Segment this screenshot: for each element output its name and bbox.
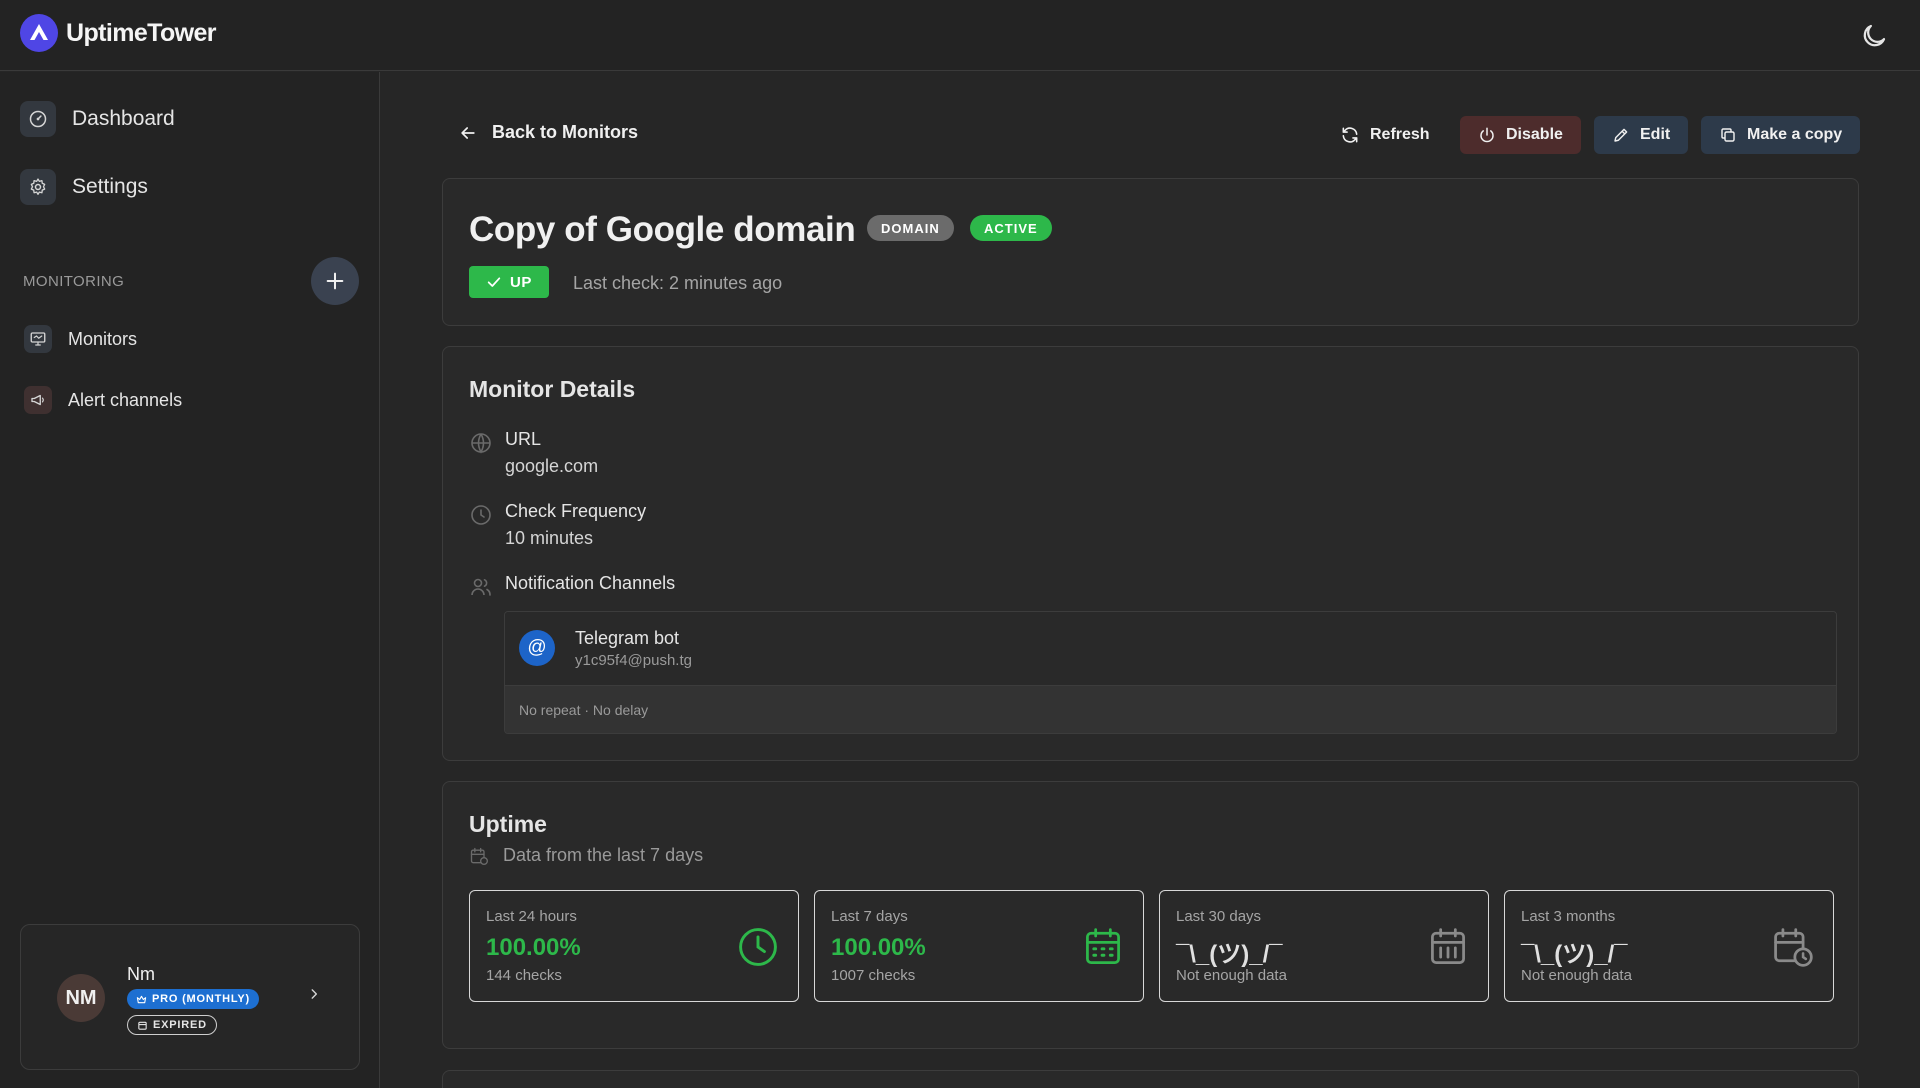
monitor-details-card: Monitor Details URL google.com Check Fre… — [442, 346, 1859, 761]
moon-icon — [1863, 24, 1886, 47]
plan-badge-label: PRO (MONTHLY) — [152, 993, 250, 1005]
pencil-icon — [1614, 128, 1628, 142]
globe-icon — [469, 431, 493, 455]
back-link-label: Back to Monitors — [492, 122, 639, 142]
megaphone-icon — [24, 386, 52, 414]
crown-icon — [136, 995, 147, 1003]
avatar: NM — [57, 974, 105, 1022]
monitor-header-card: Copy of Google domain DOMAIN ACTIVE UP L… — [442, 178, 1859, 326]
plan-status-badge: EXPIRED — [127, 1015, 217, 1035]
gear-icon — [20, 169, 56, 205]
logo-mark-icon — [20, 14, 58, 52]
sidebar-item-settings[interactable]: Settings — [20, 169, 148, 205]
stat-sub: Not enough data — [1521, 967, 1632, 984]
url-value: google.com — [505, 456, 599, 476]
theme-toggle-button[interactable] — [1856, 18, 1892, 54]
calendar-range-icon — [1431, 928, 1465, 964]
stat-value: ¯\_(ツ)_/¯ — [1176, 941, 1283, 968]
disable-button[interactable]: Disable — [1460, 116, 1581, 154]
channels-label: Notification Channels — [505, 573, 676, 593]
plan-status-label: EXPIRED — [153, 1019, 207, 1031]
stat-card-3m: Last 3 months ¯\_(ツ)_/¯ Not enough data — [1504, 890, 1834, 1002]
make-a-copy-button[interactable]: Make a copy — [1701, 116, 1861, 154]
next-section-card — [442, 1070, 1859, 1088]
make-a-copy-label: Make a copy — [1747, 126, 1843, 143]
stat-sub: 1007 checks — [831, 967, 916, 984]
sidebar-item-label: Alert channels — [68, 389, 183, 410]
stat-label: Last 24 hours — [486, 908, 577, 925]
clock-icon — [739, 928, 777, 966]
channel-name: Telegram bot — [575, 628, 680, 648]
power-icon — [1480, 127, 1494, 143]
monitor-state-badge: ACTIVE — [970, 215, 1052, 241]
refresh-icon — [1342, 127, 1358, 143]
add-monitor-button[interactable] — [311, 257, 359, 305]
at-sign-icon: @ — [519, 630, 555, 666]
calendar-clock-icon — [470, 847, 488, 865]
notification-channel-item[interactable]: @ Telegram bot y1c95f4@push.tg No repeat… — [504, 611, 1837, 734]
stat-sub: Not enough data — [1176, 967, 1287, 984]
frequency-label: Check Frequency — [505, 501, 647, 521]
user-name: Nm — [127, 964, 155, 984]
app-logo[interactable]: UptimeTower — [20, 14, 217, 52]
stat-value: 100.00% — [831, 934, 926, 961]
user-card[interactable]: NM Nm PRO (MONTHLY) EXPIRED — [20, 924, 360, 1070]
stat-label: Last 7 days — [831, 908, 908, 925]
monitoring-section-title: MONITORING — [23, 273, 125, 290]
sidebar-item-monitors[interactable]: Monitors — [20, 325, 137, 353]
edit-label: Edit — [1640, 126, 1671, 143]
monitor-type-badge: DOMAIN — [867, 215, 954, 241]
calendar-clock-icon — [1774, 928, 1813, 967]
uptime-subtitle: Data from the last 7 days — [503, 845, 704, 865]
monitor-icon — [24, 325, 52, 353]
status-badge: UP — [469, 266, 549, 298]
edit-button[interactable]: Edit — [1594, 116, 1689, 154]
detail-url: URL google.com — [469, 429, 598, 477]
refresh-button[interactable]: Refresh — [1322, 116, 1448, 154]
uptime-heading: Uptime — [469, 811, 547, 837]
channel-address: y1c95f4@push.tg — [575, 652, 692, 669]
sidebar: Dashboard Settings MONITORING Monitors A… — [0, 72, 380, 1088]
chevron-right-icon[interactable] — [307, 987, 321, 1001]
disable-label: Disable — [1506, 126, 1563, 143]
details-heading: Monitor Details — [469, 376, 636, 402]
stat-value: ¯\_(ツ)_/¯ — [1521, 941, 1628, 968]
frequency-value: 10 minutes — [505, 528, 594, 548]
status-label: UP — [510, 273, 532, 291]
plan-badge: PRO (MONTHLY) — [127, 989, 259, 1009]
page-title: Copy of Google domain — [469, 210, 856, 249]
uptime-card: Uptime Data from the last 7 days Last 24… — [442, 781, 1859, 1049]
clock-icon — [469, 503, 493, 527]
refresh-label: Refresh — [1370, 126, 1430, 143]
check-icon — [487, 277, 501, 287]
stat-card-24h: Last 24 hours 100.00% 144 checks — [469, 890, 799, 1002]
last-check-text: Last check: 2 minutes ago — [573, 273, 783, 293]
app-name: UptimeTower — [66, 18, 217, 47]
sidebar-item-label: Settings — [72, 175, 148, 198]
copy-icon — [1721, 128, 1735, 142]
stat-card-7d: Last 7 days 100.00% 1007 checks — [814, 890, 1144, 1002]
top-bar: UptimeTower — [0, 0, 1920, 71]
detail-frequency: Check Frequency 10 minutes — [469, 501, 646, 549]
calendar-x-icon — [138, 1021, 147, 1030]
stat-sub: 144 checks — [486, 967, 562, 984]
stat-label: Last 3 months — [1521, 908, 1616, 925]
plus-icon — [326, 272, 344, 290]
sidebar-item-label: Dashboard — [72, 107, 175, 130]
stat-value: 100.00% — [486, 934, 581, 961]
sidebar-item-label: Monitors — [68, 328, 138, 349]
back-to-monitors-link[interactable]: Back to Monitors — [458, 122, 638, 143]
url-label: URL — [505, 429, 542, 449]
sidebar-item-alert-channels[interactable]: Alert channels — [20, 386, 182, 414]
users-icon — [469, 575, 493, 599]
stat-card-30d: Last 30 days ¯\_(ツ)_/¯ Not enough data — [1159, 890, 1489, 1002]
channel-settings-text: No repeat · No delay — [519, 702, 649, 718]
detail-notification-channels: Notification Channels — [469, 573, 675, 599]
stat-label: Last 30 days — [1176, 908, 1262, 925]
arrow-left-icon — [461, 126, 475, 139]
sidebar-item-dashboard[interactable]: Dashboard — [20, 101, 175, 137]
gauge-icon — [20, 101, 56, 137]
calendar-days-icon — [1086, 928, 1120, 964]
